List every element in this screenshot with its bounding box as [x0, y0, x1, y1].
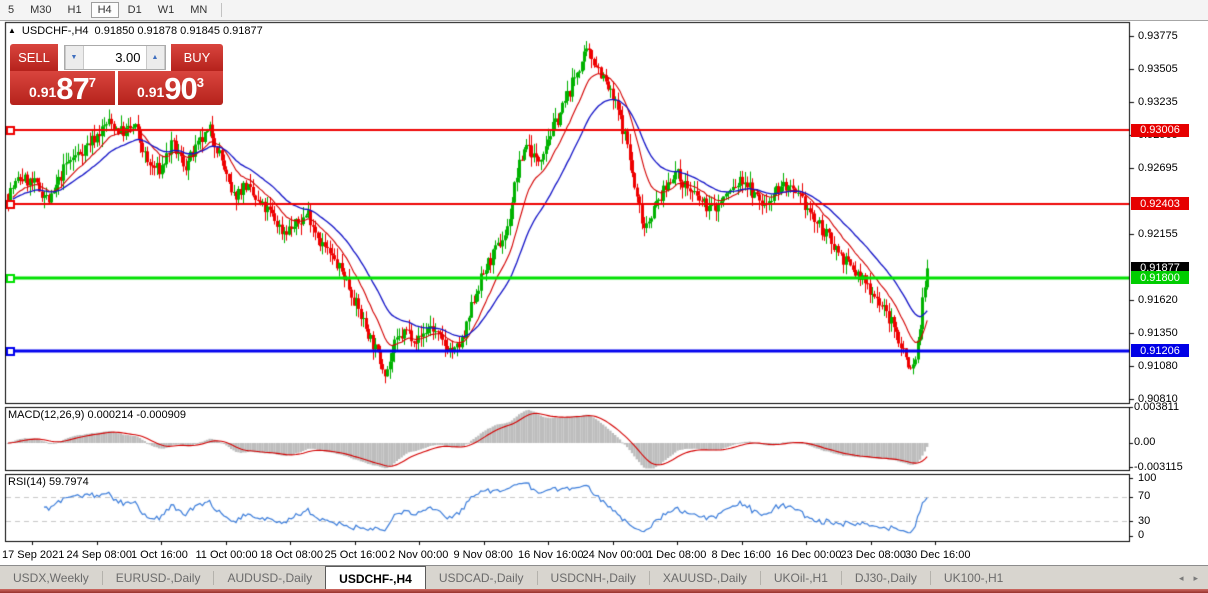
- volume-spinner-area: ▼ 3.00 ▲: [58, 44, 171, 71]
- tab-audusd-daily[interactable]: AUDUSD-,Daily: [214, 566, 325, 590]
- tab-eurusd-daily[interactable]: EURUSD-,Daily: [103, 566, 214, 590]
- chart-tab-bar: USDX,Weekly EURUSD-,Daily AUDUSD-,Daily USD…: [0, 565, 1208, 590]
- x-axis-label: 24 Sep 08:00: [66, 549, 132, 561]
- x-axis-label: 25 Oct 16:00: [324, 549, 388, 561]
- chart-ohlc-values: 0.91850 0.91878 0.91845 0.91877: [94, 25, 263, 37]
- chart-symbol-label: USDCHF-,H4: [21, 25, 89, 37]
- sell-price-pipette: 7: [88, 75, 96, 90]
- tab-uk100-h1[interactable]: UK100-,H1: [931, 566, 1016, 590]
- tab-usdcad-daily[interactable]: USDCAD-,Daily: [426, 566, 537, 590]
- price-tick-label: 0.91350: [1138, 326, 1178, 339]
- rsi-axis-label: 100: [1138, 472, 1157, 484]
- buy-price-pipette: 3: [196, 75, 204, 90]
- tab-usdcnh-daily[interactable]: USDCNH-,Daily: [538, 566, 649, 590]
- tab-ukoil-h1[interactable]: UKOil-,H1: [761, 566, 841, 590]
- x-axis-label: 11 Oct 00:00: [195, 549, 258, 561]
- x-axis-label: 17 Sep 2021: [2, 549, 65, 561]
- price-tick-label: 0.92155: [1138, 228, 1178, 241]
- buy-price-big: 90: [164, 71, 197, 106]
- sell-price-prefix: 0.91: [29, 84, 57, 100]
- price-tick-label: 0.91620: [1138, 293, 1178, 306]
- x-axis-label: 30 Dec 16:00: [905, 549, 971, 561]
- volume-input[interactable]: 3.00: [84, 46, 146, 69]
- volume-increase-icon[interactable]: ▲: [145, 46, 165, 69]
- sell-price-big: 87: [56, 71, 89, 106]
- x-axis-label: 16 Nov 16:00: [518, 549, 584, 561]
- macd-header: MACD(12,26,9) 0.000214 -0.000909: [8, 409, 186, 421]
- x-axis-label: 16 Dec 00:00: [776, 549, 842, 561]
- price-tick-label: 0.93505: [1138, 63, 1178, 76]
- price-badge: 0.93006: [1131, 123, 1189, 137]
- x-axis-label: 1 Dec 08:00: [647, 549, 707, 561]
- tab-xauusd-daily[interactable]: XAUUSD-,Daily: [650, 566, 760, 590]
- tabs-scroll-left-icon[interactable]: ◂: [1179, 573, 1184, 584]
- x-axis-label: 8 Dec 16:00: [711, 549, 771, 561]
- tab-usdx-weekly[interactable]: USDX,Weekly: [0, 566, 102, 590]
- buy-price[interactable]: 0.91 90 3: [118, 71, 223, 105]
- macd-axis-label: 0.003811: [1134, 401, 1180, 413]
- sell-button[interactable]: SELL: [10, 44, 58, 71]
- price-badge: 0.91206: [1131, 344, 1189, 358]
- bottom-strip: [0, 589, 1208, 593]
- x-axis-label: 18 Oct 08:00: [260, 549, 323, 561]
- tab-usdchf-h4[interactable]: USDCHF-,H4: [325, 566, 426, 590]
- rsi-header: RSI(14) 59.7974: [8, 476, 89, 488]
- x-axis-label: 23 Dec 08:00: [840, 549, 906, 561]
- price-badge: 0.92403: [1131, 197, 1189, 211]
- price-badge: 0.91800: [1131, 271, 1189, 285]
- chart-header: ▲ USDCHF-,H4 0.91850 0.91878 0.91845 0.9…: [8, 25, 263, 37]
- rsi-axis-label: 70: [1138, 490, 1151, 502]
- x-axis-label: 9 Nov 08:00: [453, 549, 513, 561]
- x-axis-label: 2 Nov 00:00: [389, 549, 449, 561]
- volume-decrease-icon[interactable]: ▼: [64, 46, 84, 69]
- terminal-window: 5M30H1H4D1W1MN ▲ USDCHF-,H4 0.91850 0.91…: [0, 0, 1208, 593]
- rsi-axis-label: 30: [1138, 515, 1151, 527]
- macd-axis-label: 0.00: [1134, 436, 1156, 448]
- one-click-trade-panel: SELL ▼ 3.00 ▲ BUY 0.91 87 7 0.91 90 3: [10, 44, 223, 105]
- sell-price[interactable]: 0.91 87 7: [10, 71, 115, 105]
- x-axis-label: 1 Oct 16:00: [131, 549, 188, 561]
- price-tick-label: 0.93235: [1138, 96, 1178, 109]
- price-tick-label: 0.92695: [1138, 162, 1178, 175]
- x-axis-label: 24 Nov 00:00: [582, 549, 648, 561]
- price-tick-label: 0.93775: [1138, 30, 1178, 42]
- tabs-scroll-right-icon[interactable]: ▸: [1193, 573, 1198, 584]
- buy-button[interactable]: BUY: [171, 44, 223, 71]
- collapse-arrow-icon[interactable]: ▲: [8, 26, 16, 36]
- price-tick-label: 0.91080: [1138, 359, 1178, 372]
- tab-dj30-daily[interactable]: DJ30-,Daily: [842, 566, 930, 590]
- rsi-axis-label: 0: [1138, 529, 1145, 541]
- buy-price-prefix: 0.91: [137, 84, 165, 100]
